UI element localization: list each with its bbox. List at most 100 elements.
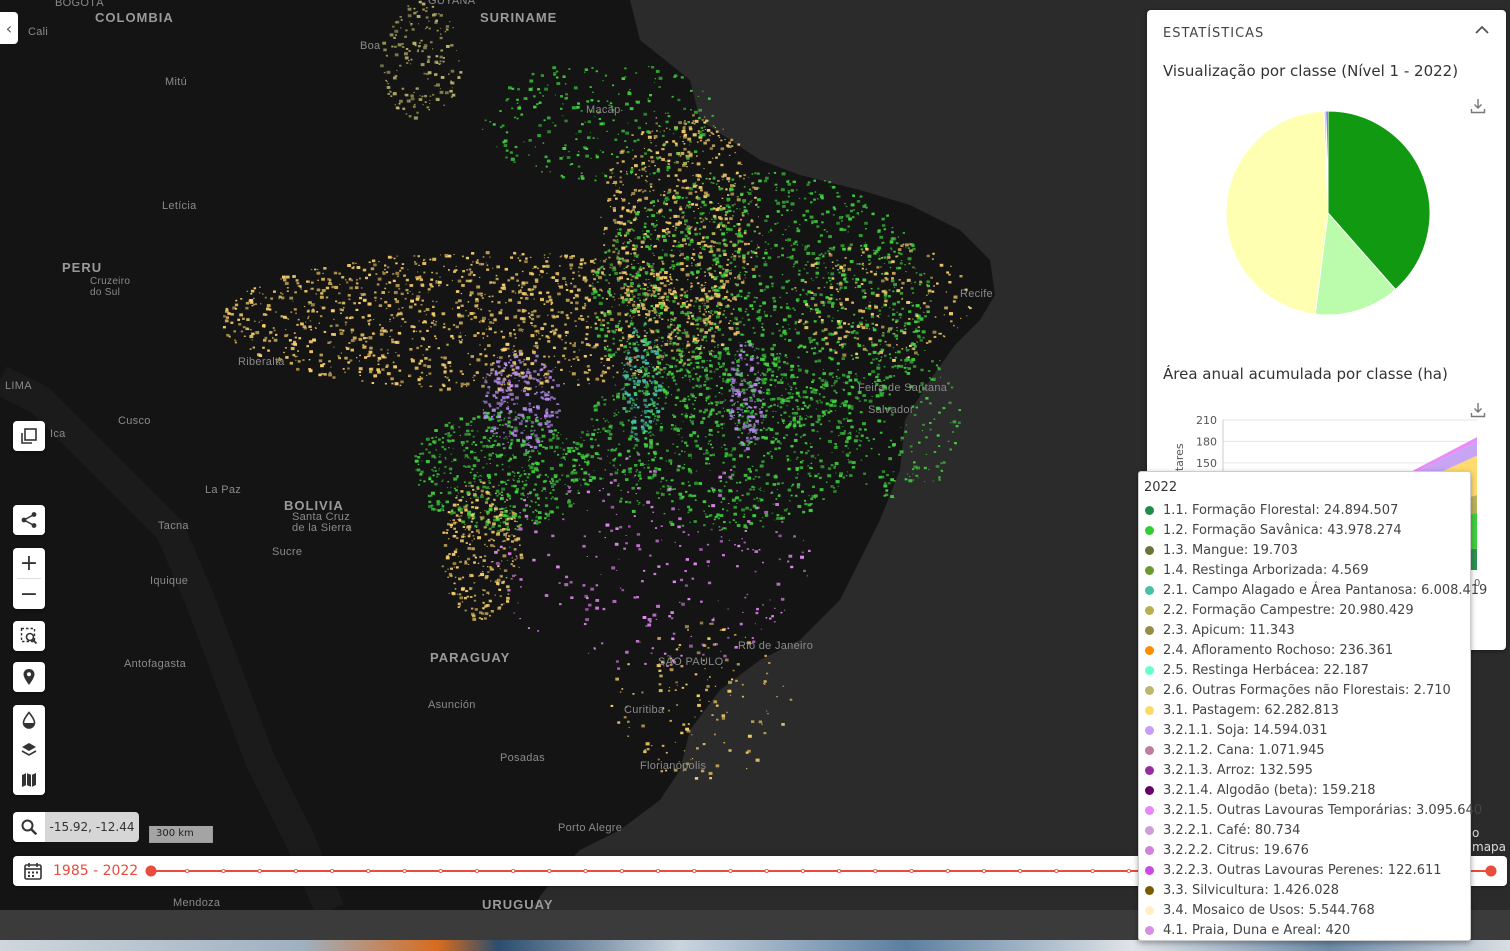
map-place-label: Recife: [960, 288, 993, 300]
timeline-year-tick[interactable]: [764, 868, 769, 873]
map-place-label: URUGUAY: [482, 897, 554, 910]
coordinates-readout: -15.92, -12.44: [45, 812, 139, 842]
search-control[interactable]: [13, 812, 45, 842]
map-place-label: SÃO PAULO: [658, 656, 724, 668]
scale-bar: 300 km: [149, 826, 213, 843]
zoom-out-icon[interactable]: −: [13, 579, 45, 609]
legend-dot-icon: [1145, 605, 1154, 615]
timeline-year-tick[interactable]: [981, 868, 986, 873]
map-place-label: Mendoza: [173, 897, 221, 909]
tooltip-row: 3.4. Mosaico de Usos: 5.544.768: [1144, 900, 1470, 920]
zoom-in-icon[interactable]: +: [13, 548, 45, 578]
layers-icon[interactable]: [13, 735, 45, 765]
tooltip-row: 4.1. Praia, Duna e Areal: 420: [1144, 920, 1470, 940]
timeline-year-tick[interactable]: [185, 868, 190, 873]
timeline-year-tick[interactable]: [257, 868, 262, 873]
legend-dot-icon: [1145, 685, 1154, 695]
map-place-label: GUYANA: [428, 0, 476, 7]
timeline-year-tick[interactable]: [1126, 868, 1131, 873]
legend-dot-icon: [1145, 805, 1154, 815]
legend-dot-icon: [1145, 825, 1154, 835]
timeline-year-tick[interactable]: [221, 868, 226, 873]
chevron-up-icon[interactable]: [1474, 24, 1490, 36]
tooltip-row-label: 2.1. Campo Alagado e Área Pantanosa: 6.0…: [1163, 582, 1488, 598]
timeline-year-tick[interactable]: [945, 868, 950, 873]
tooltip-row-label: 3.2.1.3. Arroz: 132.595: [1163, 762, 1313, 778]
tooltip-row-label: 2.5. Restinga Herbácea: 22.187: [1163, 662, 1369, 678]
map-place-label: La Paz: [205, 484, 242, 496]
legend-dot-icon: [1145, 745, 1154, 755]
map-place-label: SURINAME: [480, 10, 558, 25]
timeline-year-tick[interactable]: [1054, 868, 1059, 873]
tooltip-row-label: 1.1. Formação Florestal: 24.894.507: [1163, 502, 1399, 518]
map-place-label: LIMA: [5, 380, 32, 392]
zoom-area-control[interactable]: [13, 621, 45, 651]
pin-control[interactable]: [13, 662, 45, 692]
area-chart-title: Área anual acumulada por classe (ha): [1163, 365, 1448, 383]
timeline-year-tick[interactable]: [547, 868, 552, 873]
tooltip-row: 3.2.1.5. Outras Lavouras Temporárias: 3.…: [1144, 800, 1482, 820]
map-icon[interactable]: [13, 765, 45, 795]
timeline-year-tick[interactable]: [511, 868, 516, 873]
pin-icon[interactable]: [13, 662, 45, 692]
timeline-year-tick[interactable]: [1090, 868, 1095, 873]
tooltip-row: 1.2. Formação Savânica: 43.978.274: [1144, 520, 1470, 540]
map-place-label: Tacna: [158, 520, 189, 532]
legend-dot-icon: [1145, 865, 1154, 875]
timeline-year-tick[interactable]: [474, 868, 479, 873]
tooltip-row-label: 3.1. Pastagem: 62.282.813: [1163, 702, 1339, 718]
zoom-area-icon[interactable]: [13, 621, 45, 651]
timeline-year-tick[interactable]: [873, 868, 878, 873]
back-button[interactable]: ‹: [0, 12, 18, 44]
timeline-year-tick[interactable]: [837, 868, 842, 873]
timeline-year-tick[interactable]: [728, 868, 733, 873]
timeline-end-handle[interactable]: [1485, 865, 1497, 877]
timeline-year-tick[interactable]: [366, 868, 371, 873]
expand-icon[interactable]: [13, 421, 45, 451]
timeline-year-tick[interactable]: [800, 868, 805, 873]
map-place-label: Cruzeiro do Sul: [90, 276, 131, 298]
map-place-label: Ica: [50, 428, 66, 440]
tooltip-row: 2.4. Afloramento Rochoso: 236.361: [1144, 640, 1470, 660]
timeline-year-tick[interactable]: [438, 868, 443, 873]
tooltip-row: 3.2.2.1. Café: 80.734: [1144, 820, 1470, 840]
legend-dot-icon: [1145, 845, 1154, 855]
timeline-year-tick[interactable]: [583, 868, 588, 873]
calendar-icon[interactable]: [23, 862, 43, 880]
tooltip-year: 2022: [1144, 480, 1178, 495]
tooltip-row-label: 3.2.1.5. Outras Lavouras Temporárias: 3.…: [1163, 802, 1483, 818]
map-place-label: Porto Alegre: [558, 822, 623, 834]
timeline-year-tick[interactable]: [330, 868, 335, 873]
opacity-icon[interactable]: [13, 705, 45, 735]
map-place-label: Curitiba: [624, 704, 665, 716]
timeline-year-tick[interactable]: [619, 868, 624, 873]
legend-dot-icon: [1145, 725, 1154, 735]
share-icon[interactable]: [13, 505, 45, 535]
tooltip-row: 3.2.1.3. Arroz: 132.595: [1144, 760, 1470, 780]
tooltip-row: 1.4. Restinga Arborizada: 4.569: [1144, 560, 1470, 580]
timeline-start-handle[interactable]: [145, 865, 157, 877]
pie-slice[interactable]: [1225, 110, 1329, 315]
search-icon[interactable]: [13, 812, 45, 842]
legend-dot-icon: [1145, 765, 1154, 775]
tooltip-row-label: 3.2.2.2. Citrus: 19.676: [1163, 842, 1309, 858]
download-icon[interactable]: [1470, 98, 1486, 114]
timeline-year-tick[interactable]: [692, 868, 697, 873]
area-ytick-label: 210: [1196, 414, 1217, 427]
timeline-year-tick[interactable]: [656, 868, 661, 873]
legend-dot-icon: [1145, 525, 1154, 535]
pie-chart[interactable]: [1223, 108, 1433, 318]
tooltip-row-label: 1.2. Formação Savânica: 43.978.274: [1163, 522, 1402, 538]
pie-chart-title: Visualização por classe (Nível 1 - 2022): [1163, 62, 1459, 80]
share-control[interactable]: [13, 505, 45, 535]
timeline-year-tick[interactable]: [402, 868, 407, 873]
tooltip-row: 2.1. Campo Alagado e Área Pantanosa: 6.0…: [1144, 580, 1487, 600]
map-place-label: Cali: [28, 26, 49, 38]
tooltip-row: 2.2. Formação Campestre: 20.980.429: [1144, 600, 1470, 620]
legend-dot-icon: [1145, 885, 1154, 895]
timeline-year-tick[interactable]: [909, 868, 914, 873]
map-place-label: BOGOTÁ: [55, 0, 104, 9]
expand-control[interactable]: [13, 421, 45, 451]
timeline-year-tick[interactable]: [1018, 868, 1023, 873]
timeline-year-tick[interactable]: [293, 868, 298, 873]
